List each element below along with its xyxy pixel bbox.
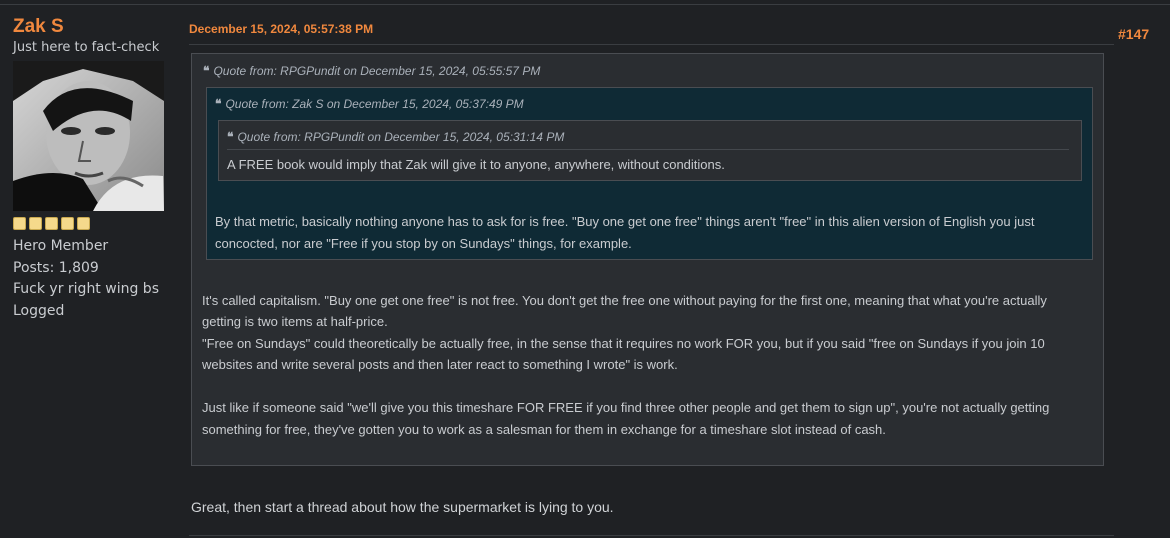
top-divider — [0, 4, 1170, 5]
poster-name[interactable]: Zak S — [13, 16, 183, 38]
poster-custom-title: Just here to fact-check — [13, 40, 160, 55]
star-icon — [61, 217, 74, 230]
avatar[interactable] — [13, 61, 164, 211]
post-date[interactable]: December 15, 2024, 05:57:38 PM — [189, 22, 373, 36]
star-icon — [29, 217, 42, 230]
quote-header-outer[interactable]: ❝ Quote from: RPGPundit on December 15, 2… — [203, 64, 540, 78]
quote-middle-line: By that metric, basically nothing anyone… — [215, 214, 1035, 229]
quote-outer-line: websites and write several posts and the… — [202, 357, 678, 372]
quote-outer-line: It's called capitalism. "Buy one get one… — [202, 293, 1047, 308]
star-icon — [77, 217, 90, 230]
quote-header-inner-text[interactable]: Quote from: RPGPundit on December 15, 20… — [237, 130, 564, 144]
poster-rank: Hero Member — [13, 238, 109, 254]
quote-outer-line: "Free on Sundays" could theoretically be… — [202, 336, 1045, 351]
poster-status: Logged — [13, 302, 65, 319]
header-divider — [189, 44, 1114, 45]
star-icon — [13, 217, 26, 230]
quote-header-middle[interactable]: ❝ Quote from: Zak S on December 15, 2024,… — [215, 97, 524, 111]
post-bottom-divider — [189, 535, 1114, 536]
post-body-text: Great, then start a thread about how the… — [191, 499, 614, 515]
quote-outer-line: getting is two items at half-price. — [202, 314, 388, 329]
poster-info: Zak S Just here to fact-check Hero Membe… — [13, 16, 183, 322]
poster-post-count: Posts: 1,809 — [13, 259, 99, 276]
star-icon — [45, 217, 58, 230]
quote-header-inner[interactable]: ❝ Quote from: RPGPundit on December 15, 2… — [227, 130, 564, 144]
quote-middle-line: concocted, nor are "Free if you stop by … — [215, 236, 632, 251]
quote-inner-text: A FREE book would imply that Zak will gi… — [227, 157, 725, 172]
quote-header-divider — [227, 149, 1069, 150]
post-number-link[interactable]: #147 — [1118, 26, 1149, 42]
quote-icon: ❝ — [215, 97, 222, 111]
poster-signature-line: Fuck yr right wing bs — [13, 281, 159, 297]
quote-icon: ❝ — [227, 130, 234, 144]
quote-outer-line: something for free, they've gotten you t… — [202, 422, 886, 437]
quote-header-middle-text[interactable]: Quote from: Zak S on December 15, 2024, … — [225, 97, 523, 111]
quote-header-outer-text[interactable]: Quote from: RPGPundit on December 15, 20… — [213, 64, 540, 78]
rank-stars — [13, 217, 183, 231]
quote-outer-line: Just like if someone said "we'll give yo… — [202, 400, 1050, 415]
quote-icon: ❝ — [203, 64, 210, 78]
